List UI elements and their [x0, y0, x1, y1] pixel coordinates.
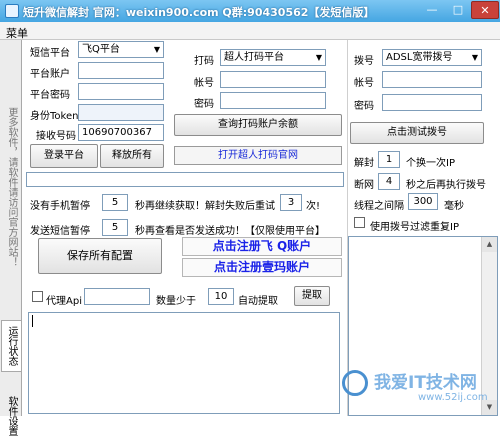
unblock-suffix: 个换一次IP: [406, 158, 455, 169]
status-field[interactable]: [26, 172, 344, 187]
token-label: 身份Token: [30, 111, 79, 122]
app-icon: [5, 4, 19, 18]
proxy-api-input[interactable]: [84, 288, 150, 305]
query-balance-button[interactable]: 查询打码账户余额: [174, 114, 342, 136]
interval-label: 线程之间隔: [354, 201, 404, 212]
disconnect-label: 断网: [354, 180, 374, 191]
menu-bar: 菜单: [0, 22, 500, 40]
minimize-button[interactable]: —: [419, 1, 445, 19]
sms-platform-value: 飞Q平台: [82, 44, 120, 55]
no-phone-text: 秒再继续获取！解封失败后重试: [135, 201, 275, 212]
register-yima-button[interactable]: 点击注册壹玛账户: [182, 258, 342, 277]
main-panel: 短信平台 飞Q平台 ▼ 平台账户 平台密码 身份Token 接收号码 10690…: [22, 40, 500, 416]
captcha-account-input[interactable]: [220, 71, 326, 88]
retry-unit: 次!: [306, 201, 321, 212]
dial-password-label: 密码: [354, 101, 374, 112]
tab-more-software[interactable]: 更多软件，请软件请访问官方网站！: [1, 82, 21, 292]
test-dial-button[interactable]: 点击测试拨号: [350, 122, 484, 144]
open-captcha-site-button[interactable]: 打开超人打码官网: [174, 146, 342, 165]
watermark-logo-icon: [342, 370, 368, 396]
close-button[interactable]: ✕: [471, 1, 499, 19]
watermark: 我爱IT技术网 www.52ij.com: [340, 366, 496, 414]
log-area[interactable]: [28, 312, 340, 414]
sms-password-input[interactable]: [78, 83, 164, 100]
min-count-input[interactable]: 10: [208, 288, 234, 305]
no-phone-input[interactable]: 5: [102, 194, 128, 211]
release-all-button[interactable]: 释放所有: [100, 144, 164, 168]
watermark-text: 我爱IT技术网: [374, 373, 477, 393]
save-all-button[interactable]: 保存所有配置: [38, 238, 162, 274]
sms-platform-select[interactable]: 飞Q平台 ▼: [78, 41, 164, 58]
sms-platform-label: 短信平台: [30, 48, 70, 59]
captcha-label: 打码: [194, 56, 214, 67]
dial-account-label: 帐号: [354, 78, 374, 89]
receive-number-input[interactable]: 10690700367: [78, 124, 164, 141]
extract-button[interactable]: 提取: [294, 286, 330, 306]
disconnect-suffix: 秒之后再执行拨号: [406, 180, 486, 191]
dial-type-select[interactable]: ADSL宽带拨号 ▼: [382, 49, 482, 66]
interval-input[interactable]: 300: [408, 193, 438, 210]
tab-software-settings[interactable]: 软件设置: [1, 390, 21, 442]
send-sms-label: 发送短信暂停: [30, 226, 90, 237]
min-count-label: 数量少于: [156, 296, 196, 307]
unblock-label: 解封: [354, 158, 374, 169]
menu-item-menu[interactable]: 菜单: [6, 25, 28, 41]
dial-password-input[interactable]: [382, 94, 482, 111]
chevron-down-icon: ▼: [153, 45, 160, 54]
dial-type-value: ADSL宽带拨号: [386, 52, 453, 63]
auto-extract-label: 自动提取: [238, 296, 278, 307]
send-sms-input[interactable]: 5: [102, 219, 128, 236]
captcha-platform-select[interactable]: 超人打码平台 ▼: [220, 49, 326, 66]
sms-password-label: 平台密码: [30, 90, 70, 101]
captcha-account-label: 帐号: [194, 78, 214, 89]
maximize-button[interactable]: □: [445, 1, 471, 19]
chevron-down-icon: ▼: [315, 53, 322, 62]
window-title: 短升微信解封 官网：weixin900.com Q群:90430562【发短信版…: [23, 6, 375, 19]
sms-account-input[interactable]: [78, 62, 164, 79]
retry-count-input[interactable]: 3: [280, 194, 302, 211]
scroll-up-icon[interactable]: ▲: [482, 237, 497, 252]
captcha-password-input[interactable]: [220, 92, 326, 109]
login-platform-button[interactable]: 登录平台: [30, 144, 98, 168]
disconnect-count-input[interactable]: 4: [378, 173, 400, 190]
captcha-platform-value: 超人打码平台: [224, 52, 284, 63]
unblock-count-input[interactable]: 1: [378, 151, 400, 168]
side-tabs: 更多软件，请软件请访问官方网站！ 运行状态 软件设置: [0, 40, 22, 436]
dial-account-input[interactable]: [382, 71, 482, 88]
dial-label: 拨号: [354, 56, 374, 67]
proxy-api-label: 代理Api: [46, 296, 82, 307]
receive-number-label: 接收号码: [36, 131, 76, 142]
token-input[interactable]: [78, 104, 164, 121]
proxy-api-checkbox[interactable]: [32, 291, 43, 302]
tab-running-status[interactable]: 运行状态: [1, 320, 21, 372]
sms-account-label: 平台账户: [30, 69, 70, 80]
title-bar: 短升微信解封 官网：weixin900.com Q群:90430562【发短信版…: [0, 0, 500, 22]
text-cursor: [32, 315, 33, 327]
register-feiq-button[interactable]: 点击注册飞 Q账户: [182, 237, 342, 256]
chevron-down-icon: ▼: [471, 53, 478, 62]
watermark-url: www.52ij.com: [418, 392, 488, 403]
send-sms-text: 秒再查看是否发送成功！【仅限使用平台】: [135, 226, 325, 237]
no-phone-label: 没有手机暂停: [30, 201, 90, 212]
interval-unit: 毫秒: [444, 201, 464, 212]
filter-ip-label: 使用拨号过滤重复IP: [370, 222, 459, 233]
captcha-password-label: 密码: [194, 99, 214, 110]
filter-ip-checkbox[interactable]: [354, 217, 365, 228]
